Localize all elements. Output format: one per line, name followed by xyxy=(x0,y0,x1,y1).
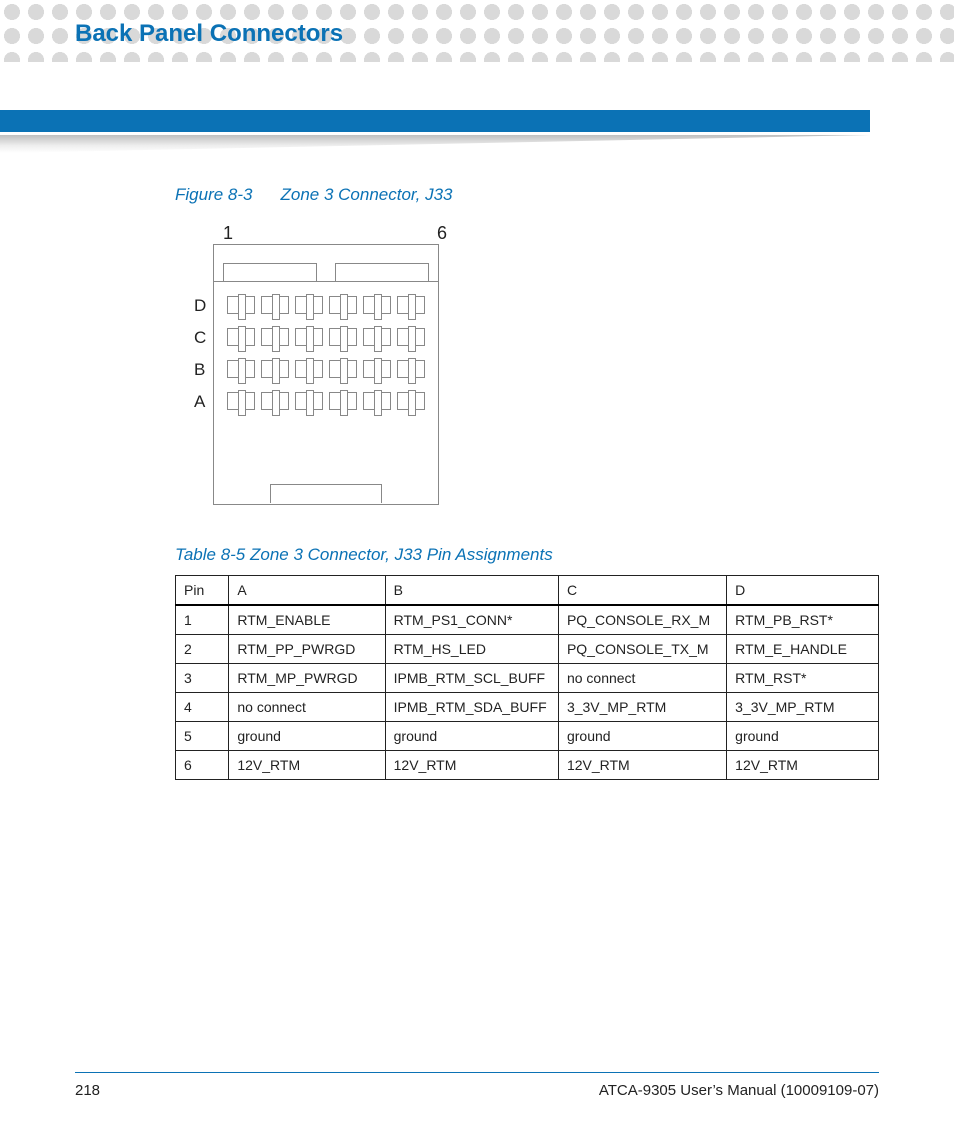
figure-title: Zone 3 Connector, J33 xyxy=(280,185,452,204)
table-cell: 12V_RTM xyxy=(385,751,558,780)
table-cell: 12V_RTM xyxy=(229,751,385,780)
table-cell: RTM_E_HANDLE xyxy=(727,635,879,664)
table-row: 1RTM_ENABLERTM_PS1_CONN*PQ_CONSOLE_RX_MR… xyxy=(176,605,879,635)
table-cell: 5 xyxy=(176,722,229,751)
table-cell: PQ_CONSOLE_RX_M xyxy=(558,605,726,635)
table-cell: 3_3V_MP_RTM xyxy=(727,693,879,722)
table-cell: ground xyxy=(558,722,726,751)
table-row: 2RTM_PP_PWRGDRTM_HS_LEDPQ_CONSOLE_TX_MRT… xyxy=(176,635,879,664)
table-label: Table 8-5 xyxy=(175,545,245,564)
table-cell: ground xyxy=(229,722,385,751)
pin-row-b: B xyxy=(220,360,432,378)
col-header: Pin xyxy=(176,576,229,606)
table-cell: RTM_MP_PWRGD xyxy=(229,664,385,693)
table-cell: RTM_RST* xyxy=(727,664,879,693)
column-label-first: 1 xyxy=(223,223,233,244)
col-header: B xyxy=(385,576,558,606)
table-caption: Table 8-5 Zone 3 Connector, J33 Pin Assi… xyxy=(175,545,875,565)
table-cell: RTM_PP_PWRGD xyxy=(229,635,385,664)
table-cell: 4 xyxy=(176,693,229,722)
table-cell: no connect xyxy=(558,664,726,693)
figure-label: Figure 8-3 xyxy=(175,185,252,204)
page-number: 218 xyxy=(75,1082,100,1099)
table-cell: RTM_PB_RST* xyxy=(727,605,879,635)
figure-caption: Figure 8-3 Zone 3 Connector, J33 xyxy=(175,185,875,205)
header-shadow-bar xyxy=(0,135,870,153)
table-header-row: Pin A B C D xyxy=(176,576,879,606)
table-row: 4no connectIPMB_RTM_SDA_BUFF3_3V_MP_RTM3… xyxy=(176,693,879,722)
table-cell: no connect xyxy=(229,693,385,722)
pin-assignment-table: Pin A B C D 1RTM_ENABLERTM_PS1_CONN*PQ_C… xyxy=(175,575,879,780)
table-cell: RTM_ENABLE xyxy=(229,605,385,635)
table-cell: ground xyxy=(385,722,558,751)
table-cell: 12V_RTM xyxy=(558,751,726,780)
table-row: 3RTM_MP_PWRGDIPMB_RTM_SCL_BUFFno connect… xyxy=(176,664,879,693)
col-header: D xyxy=(727,576,879,606)
connector-diagram: 1 6 D C B xyxy=(185,223,875,505)
table-row: 612V_RTM12V_RTM12V_RTM12V_RTM xyxy=(176,751,879,780)
col-header: C xyxy=(558,576,726,606)
table-cell: 3 xyxy=(176,664,229,693)
table-cell: RTM_PS1_CONN* xyxy=(385,605,558,635)
footer-rule xyxy=(75,1072,879,1073)
table-cell: IPMB_RTM_SCL_BUFF xyxy=(385,664,558,693)
table-cell: 2 xyxy=(176,635,229,664)
header-blue-bar xyxy=(0,110,870,132)
column-label-last: 6 xyxy=(437,223,447,244)
doc-title: ATCA-9305 User’s Manual (10009109-07) xyxy=(599,1082,879,1099)
row-label: B xyxy=(194,360,205,380)
table-title: Zone 3 Connector, J33 Pin Assignments xyxy=(250,545,553,564)
col-header: A xyxy=(229,576,385,606)
table-cell: 12V_RTM xyxy=(727,751,879,780)
pin-row-a: A xyxy=(220,392,432,410)
table-cell: IPMB_RTM_SDA_BUFF xyxy=(385,693,558,722)
table-cell: PQ_CONSOLE_TX_M xyxy=(558,635,726,664)
section-title: Back Panel Connectors xyxy=(75,20,343,48)
row-label: C xyxy=(194,328,206,348)
table-cell: ground xyxy=(727,722,879,751)
connector-outline: D C B A xyxy=(213,244,439,505)
table-cell: 3_3V_MP_RTM xyxy=(558,693,726,722)
table-row: 5groundgroundgroundground xyxy=(176,722,879,751)
table-cell: 6 xyxy=(176,751,229,780)
pin-row-d: D xyxy=(220,296,432,314)
row-label: A xyxy=(194,392,205,412)
pin-row-c: C xyxy=(220,328,432,346)
table-cell: 1 xyxy=(176,605,229,635)
alignment-key-row xyxy=(214,245,438,282)
bottom-alignment-tab xyxy=(214,434,438,504)
table-cell: RTM_HS_LED xyxy=(385,635,558,664)
row-label: D xyxy=(194,296,206,316)
